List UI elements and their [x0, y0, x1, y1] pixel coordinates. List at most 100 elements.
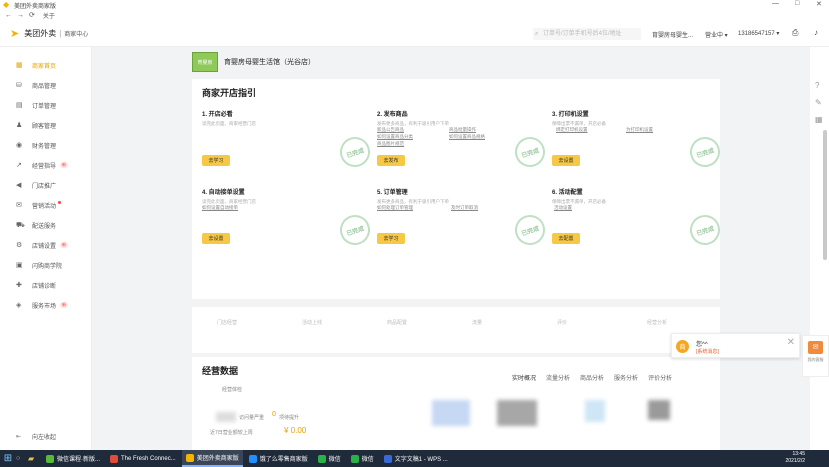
quick-entry[interactable]: 流量: [472, 319, 482, 326]
new-badge: 新: [60, 302, 69, 308]
sidebar-item-label: 商家首页: [32, 63, 57, 70]
quick-entry[interactable]: 活动上线: [302, 319, 322, 326]
taskbar-app[interactable]: The Fresh Connec...: [106, 450, 180, 467]
sidebar-item[interactable]: ✉ 营销活动: [0, 195, 91, 215]
message-popup[interactable]: 商 您^^ [系统消息] ✕: [671, 333, 800, 358]
blurred-block: [216, 412, 236, 422]
guide-link[interactable]: 活动设置: [554, 205, 572, 211]
guide-card: 2. 发布商品 发布更多商品，有利于吸引用户下单 新品公告商品 商品批量操作 如何设置商…: [377, 109, 549, 185]
shop-switcher[interactable]: 育婴房母婴生...: [652, 30, 693, 39]
guide-action-button[interactable]: 去发布: [377, 155, 405, 166]
file-explorer-icon[interactable]: ▰: [28, 454, 42, 463]
sidebar-item[interactable]: ◈ 服务市场新: [0, 295, 91, 315]
main-content: 育婴房 育婴房母婴生活馆（光谷店） 商家开店指引 1. 开店必看 读完此页面，商家…: [192, 47, 724, 450]
order-search-input[interactable]: ⌕ 订单号/订单手机号后4位/地址: [533, 28, 641, 40]
close-popup-button[interactable]: ✕: [787, 337, 795, 348]
blurred-thumbnail: [432, 400, 470, 426]
taskbar-app-label: 微信: [361, 457, 374, 463]
guide-action-button[interactable]: 去学习: [377, 233, 405, 244]
qrcode-icon[interactable]: ▦: [815, 115, 823, 124]
guide-link[interactable]: 及时订单取消: [451, 205, 478, 211]
home-icon: ▦: [16, 61, 23, 69]
quick-entry[interactable]: 评价: [557, 319, 567, 326]
forward-icon[interactable]: →: [17, 12, 24, 19]
guide-link[interactable]: 绑定打印机设置: [556, 127, 588, 133]
red-dot: [58, 201, 62, 204]
windows-start-icon[interactable]: ⊞: [0, 450, 16, 467]
guide-action-button[interactable]: 去配置: [552, 233, 580, 244]
taskbar-app[interactable]: 微信: [347, 450, 378, 467]
taskbar-app[interactable]: 饿了么零售商家版: [245, 450, 312, 467]
sidebar-item-label: 订单管理: [32, 103, 57, 110]
tab-1[interactable]: 流量分析: [546, 373, 570, 382]
about-link[interactable]: 关于: [43, 11, 55, 20]
sidebar-item[interactable]: ↗ 经营指导新: [0, 155, 91, 175]
business-status-dropdown[interactable]: 营业中 ▾: [705, 30, 728, 39]
guide-link[interactable]: 如何设置商品规格: [449, 134, 485, 140]
service-label: 我的客服: [807, 357, 824, 362]
taskbar-app[interactable]: 美团外卖商家版: [181, 450, 243, 467]
taskbar-app[interactable]: 微信课程·新版...: [42, 450, 104, 467]
tab-4[interactable]: 评价分析: [648, 373, 672, 382]
guide-link[interactable]: 商品批量操作: [449, 127, 476, 133]
quick-entry[interactable]: 门店经营: [217, 319, 237, 326]
quick-entry[interactable]: 商品配置: [387, 319, 407, 326]
blurred-thumbnail: [648, 400, 670, 420]
guide-link[interactable]: 如何设置自动接单: [202, 205, 238, 211]
tab-2[interactable]: 商品分析: [580, 373, 604, 382]
guide-link[interactable]: 商品图片规范: [377, 141, 404, 147]
guide-action-button[interactable]: 去设置: [202, 233, 230, 244]
sidebar-item[interactable]: ▤ 订单管理: [0, 95, 91, 115]
sidebar-item[interactable]: ▣ 闪购商学院: [0, 255, 91, 275]
taskbar-app-label: 微信: [328, 457, 341, 463]
sidebar-item[interactable]: ⚙ 店铺设置新: [0, 235, 91, 255]
help-icon[interactable]: ?: [815, 81, 819, 90]
system-clock[interactable]: 13:45 2021/2/2: [786, 451, 805, 465]
minimize-button[interactable]: —: [772, 0, 779, 7]
customer-service-button[interactable]: ✉ 我的客服: [802, 335, 829, 377]
tab-0[interactable]: 实时概况: [512, 373, 536, 382]
taskbar-app[interactable]: 微信: [314, 450, 345, 467]
sidebar-item[interactable]: ⛁ 商品管理: [0, 75, 91, 95]
brand[interactable]: ➤ 美团外卖 | 商家中心: [10, 27, 88, 40]
edit-icon[interactable]: ✎: [815, 98, 822, 107]
scrollbar-thumb[interactable]: [823, 130, 827, 260]
back-icon[interactable]: ←: [5, 12, 12, 19]
account-dropdown[interactable]: 13186547157 ▾: [738, 30, 779, 37]
notification-bell-icon[interactable]: ♪: [814, 28, 818, 37]
quick-entry[interactable]: 经营分析: [647, 319, 667, 326]
close-window-button[interactable]: ✕: [816, 0, 822, 8]
guide-link[interactable]: 如何处理订单管理: [377, 205, 413, 211]
scrollbar[interactable]: [823, 60, 827, 445]
taskbar-app[interactable]: 文字文稿1 - WPS ...: [380, 450, 452, 467]
printer-icon[interactable]: ⎙: [792, 28, 798, 38]
sidebar-item[interactable]: ♟ 顾客管理: [0, 115, 91, 135]
completed-stamp: 已完成: [511, 133, 549, 171]
sidebar-item-label: 配送服务: [32, 223, 57, 230]
sidebar-item[interactable]: ◉ 财务管理: [0, 135, 91, 155]
collapse-sidebar-button[interactable]: ⇤ 向左收起: [0, 428, 92, 444]
sidebar-item-label: 门店推广: [32, 183, 57, 190]
guide-link[interactable]: 新品公告商品: [377, 127, 404, 133]
shop-avatar[interactable]: 育婴房: [192, 52, 218, 72]
maximize-button[interactable]: □: [795, 0, 799, 7]
sidebar-item[interactable]: ▦ 商家首页: [0, 55, 91, 75]
sidebar-item-label: 财务管理: [32, 143, 57, 150]
meituan-logo-icon: ➤: [10, 27, 20, 40]
guide-action-button[interactable]: 去学习: [202, 155, 230, 166]
guide-action-button[interactable]: 去设置: [552, 155, 580, 166]
clock-time: 13:45: [792, 451, 805, 457]
school-icon: ▣: [16, 261, 23, 269]
refresh-icon[interactable]: ⟳: [29, 11, 35, 19]
tab-3[interactable]: 服务分析: [614, 373, 638, 382]
guide-link[interactable]: 如何设置商品分类: [377, 134, 413, 140]
completed-stamp: 已完成: [336, 133, 374, 171]
task-search-icon[interactable]: ○: [16, 455, 28, 462]
guide-card-desc: 保障出票不漏单，开店必备: [552, 199, 606, 204]
sidebar-item[interactable]: ⛟ 配送服务: [0, 215, 91, 235]
visit-suffix: 项待提升: [279, 415, 300, 421]
guide-link[interactable]: 为打印机设置: [626, 127, 653, 133]
sidebar-item-label: 经营指导: [32, 163, 57, 170]
sidebar-item[interactable]: ◀ 门店推广: [0, 175, 91, 195]
sidebar-item[interactable]: ✚ 店铺诊断: [0, 275, 91, 295]
